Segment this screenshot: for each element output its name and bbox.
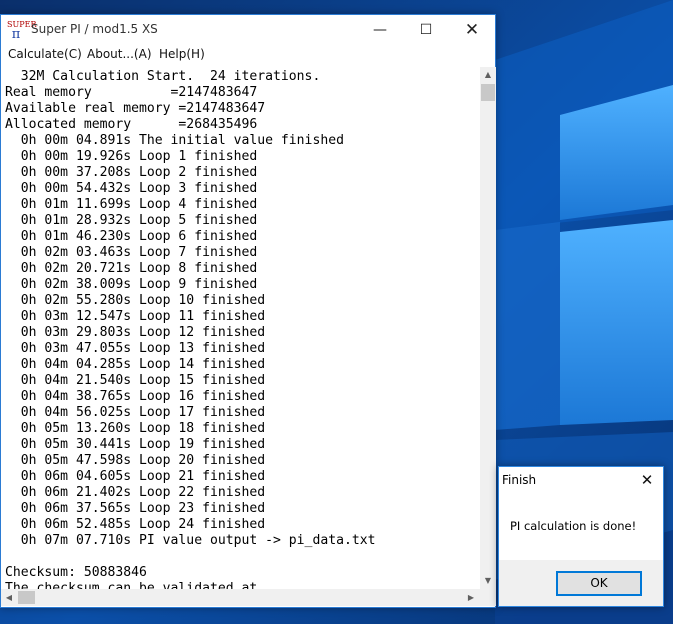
output-line: 0h 03m 12.547s Loop 11 finished xyxy=(5,309,266,324)
output-line: 0h 04m 04.285s Loop 14 finished xyxy=(5,357,266,372)
pi-symbol: π xyxy=(11,27,21,42)
dialog-title-bar[interactable]: Finish ✕ xyxy=(499,467,663,494)
scroll-corner xyxy=(480,589,496,606)
scroll-left-icon[interactable]: ◀ xyxy=(1,589,17,606)
menu-calculate[interactable]: Calculate(C) xyxy=(8,47,82,61)
output-line: 0h 02m 20.721s Loop 8 finished xyxy=(5,261,258,276)
maximize-icon: ☐ xyxy=(419,22,433,38)
output-line: Checksum: 50883846 xyxy=(5,565,147,580)
output-line: The checksum can be validated at xyxy=(5,581,258,589)
main-window: SUPER π Super PI / mod1.5 XS — ☐ ✕ Calcu… xyxy=(0,14,496,608)
scroll-right-icon[interactable]: ▶ xyxy=(463,589,479,606)
menu-about[interactable]: About...(A) xyxy=(87,47,152,61)
output-line: 0h 06m 04.605s Loop 21 finished xyxy=(5,469,266,484)
output-line: 0h 05m 13.260s Loop 18 finished xyxy=(5,421,266,436)
output-line: Allocated memory =268435496 xyxy=(5,117,258,132)
output-line: 0h 06m 21.402s Loop 22 finished xyxy=(5,485,266,500)
close-icon: ✕ xyxy=(464,20,480,40)
title-bar[interactable]: SUPER π Super PI / mod1.5 XS — ☐ ✕ xyxy=(1,15,495,45)
output-line: 0h 01m 11.699s Loop 4 finished xyxy=(5,197,258,212)
output-line: 0h 06m 37.565s Loop 23 finished xyxy=(5,501,266,516)
output-line: 0h 00m 04.891s The initial value finishe… xyxy=(5,133,344,148)
output-line: 0h 03m 47.055s Loop 13 finished xyxy=(5,341,266,356)
menu-help[interactable]: Help(H) xyxy=(159,47,205,61)
output-line: 32M Calculation Start. 24 iterations. xyxy=(5,69,321,84)
output-line: 0h 03m 29.803s Loop 12 finished xyxy=(5,325,266,340)
vertical-scrollbar[interactable]: ▲ ▼ xyxy=(480,67,496,589)
finish-dialog: Finish ✕ PI calculation is done! OK xyxy=(498,466,664,607)
output-line: 0h 00m 54.432s Loop 3 finished xyxy=(5,181,258,196)
output-line: Real memory =2147483647 xyxy=(5,85,258,100)
output-line: 0h 06m 52.485s Loop 24 finished xyxy=(5,517,266,532)
output-line: 0h 05m 30.441s Loop 19 finished xyxy=(5,437,266,452)
scroll-down-icon[interactable]: ▼ xyxy=(480,573,496,589)
minimize-button[interactable]: — xyxy=(357,15,403,45)
output-line: 0h 00m 37.208s Loop 2 finished xyxy=(5,165,258,180)
close-icon: ✕ xyxy=(640,471,654,489)
output-line: 0h 02m 03.463s Loop 7 finished xyxy=(5,245,258,260)
output-line: 0h 01m 46.230s Loop 6 finished xyxy=(5,229,258,244)
output-line: 0h 05m 47.598s Loop 20 finished xyxy=(5,453,266,468)
vertical-scroll-thumb[interactable] xyxy=(481,84,495,101)
horizontal-scroll-thumb[interactable] xyxy=(18,591,35,604)
output-line: 0h 02m 38.009s Loop 9 finished xyxy=(5,277,258,292)
close-button[interactable]: ✕ xyxy=(449,15,495,45)
maximize-button[interactable]: ☐ xyxy=(403,15,449,45)
output-line: 0h 07m 07.710s PI value output -> pi_dat… xyxy=(5,533,376,548)
output-line: Available real memory =2147483647 xyxy=(5,101,266,116)
dialog-body: PI calculation is done! xyxy=(499,494,663,560)
ok-button[interactable]: OK xyxy=(556,571,642,596)
super-pi-icon: SUPER π xyxy=(7,21,36,42)
output-line: 0h 04m 56.025s Loop 17 finished xyxy=(5,405,266,420)
output-line: 0h 02m 55.280s Loop 10 finished xyxy=(5,293,266,308)
output-line: 0h 04m 38.765s Loop 16 finished xyxy=(5,389,266,404)
output-line: 0h 01m 28.932s Loop 5 finished xyxy=(5,213,258,228)
dialog-title: Finish xyxy=(502,473,537,487)
scroll-up-icon[interactable]: ▲ xyxy=(480,67,496,83)
menu-bar: Calculate(C) About...(A) Help(H) xyxy=(1,45,495,65)
horizontal-scrollbar[interactable]: ◀ ▶ xyxy=(1,589,480,606)
output-area[interactable]: 32M Calculation Start. 24 iterations. Re… xyxy=(1,67,479,589)
dialog-message: PI calculation is done! xyxy=(510,519,637,533)
output-line: 0h 00m 19.926s Loop 1 finished xyxy=(5,149,258,164)
minimize-icon: — xyxy=(373,22,387,38)
dialog-close-button[interactable]: ✕ xyxy=(631,467,663,494)
output-log: 32M Calculation Start. 24 iterations. Re… xyxy=(1,67,479,589)
output-line: 0h 04m 21.540s Loop 15 finished xyxy=(5,373,266,388)
window-title: Super PI / mod1.5 XS xyxy=(31,22,158,36)
